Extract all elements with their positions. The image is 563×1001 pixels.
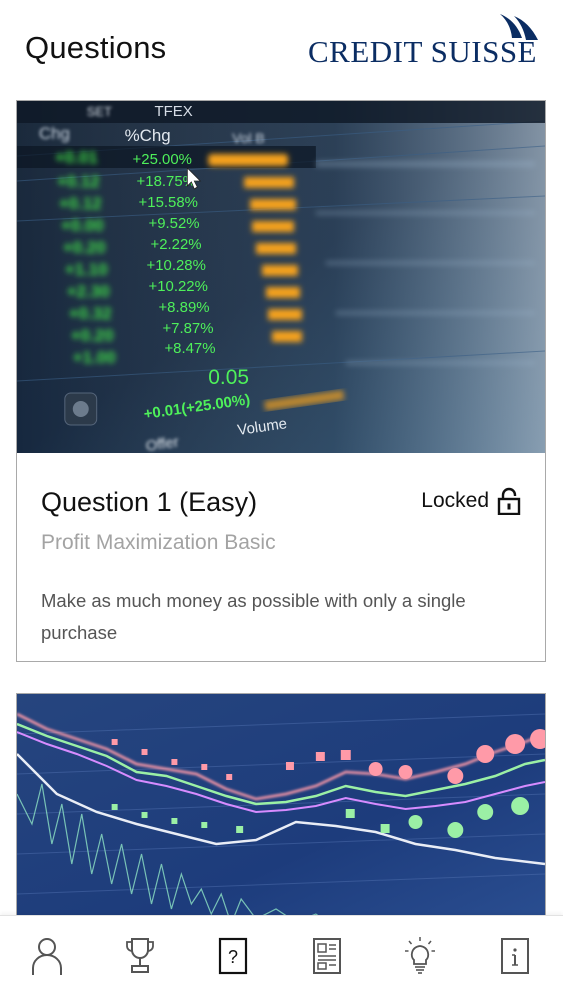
pct-change-value: +7.87% [162, 320, 213, 337]
tab-news[interactable] [302, 934, 352, 978]
tab-profile[interactable] [22, 934, 72, 978]
ticker-set: SET [87, 104, 112, 119]
change-value: +1.10 [65, 260, 108, 279]
bottom-value: 0.05 [208, 366, 249, 389]
pct-change-value: +8.47% [164, 340, 215, 357]
pct-change-value: +10.28% [147, 257, 206, 274]
question-card[interactable] [16, 693, 546, 915]
logo-text: CREDIT SUISSE [308, 34, 537, 69]
change-value: +0.12 [57, 172, 100, 191]
change-value: +0.20 [71, 326, 114, 345]
change-value: +0.20 [63, 238, 106, 257]
line-chart-image [17, 694, 545, 915]
trophy-icon [126, 938, 154, 973]
header-vol: Vol B [232, 130, 265, 146]
tab-leaderboard[interactable] [115, 934, 165, 978]
info-icon [501, 938, 529, 974]
svg-text:?: ? [228, 947, 238, 967]
lightbulb-icon [405, 937, 435, 974]
header-chg: Chg [39, 124, 70, 143]
newspaper-icon [313, 938, 341, 974]
question-list[interactable]: SET TFEX Chg %Chg Vol B +0.01 +0.12 +0.1… [0, 100, 563, 915]
change-value: +0.12 [59, 194, 102, 213]
pct-change-value: +2.22% [150, 236, 201, 253]
credit-suisse-logo: CREDIT SUISSE [306, 12, 542, 72]
pct-change-value: +25.00% [133, 151, 192, 168]
person-icon [32, 938, 62, 975]
question-description: Make as much money as possible with only… [41, 590, 466, 643]
tab-questions[interactable]: ? [208, 934, 258, 978]
question-icon: ? [218, 937, 248, 975]
change-value: +1.00 [73, 348, 116, 367]
question-card[interactable]: SET TFEX Chg %Chg Vol B +0.01 +0.12 +0.1… [16, 100, 546, 662]
pct-change-value: +8.89% [158, 299, 209, 316]
offer-label: Offer [145, 433, 180, 453]
change-value: +0.32 [69, 304, 112, 323]
bottom-tab-bar: ? [0, 915, 563, 1001]
stock-ticker-image: SET TFEX Chg %Chg Vol B +0.01 +0.12 +0.1… [17, 101, 545, 453]
lock-status: Locked [421, 487, 521, 515]
status-label: Locked [421, 489, 489, 512]
pct-change-value: +10.22% [149, 278, 208, 295]
ticker-tfex: TFEX [154, 103, 192, 120]
tab-info[interactable] [490, 934, 540, 978]
header-pct: %Chg [125, 126, 171, 145]
pct-change-value: +15.58% [139, 194, 198, 211]
app-header: Questions CREDIT SUISSE [0, 0, 563, 100]
page-title: Questions [25, 30, 167, 65]
lock-icon [497, 487, 521, 515]
question-title: Question 1 (Easy) [41, 487, 258, 517]
tab-tips[interactable] [395, 934, 445, 978]
pct-change-value: +9.52% [149, 215, 200, 232]
change-value: +0.01 [55, 148, 98, 167]
question-subtitle: Profit Maximization Basic [41, 531, 276, 554]
change-value: +0.00 [61, 216, 104, 235]
change-value: +2.30 [67, 282, 110, 301]
